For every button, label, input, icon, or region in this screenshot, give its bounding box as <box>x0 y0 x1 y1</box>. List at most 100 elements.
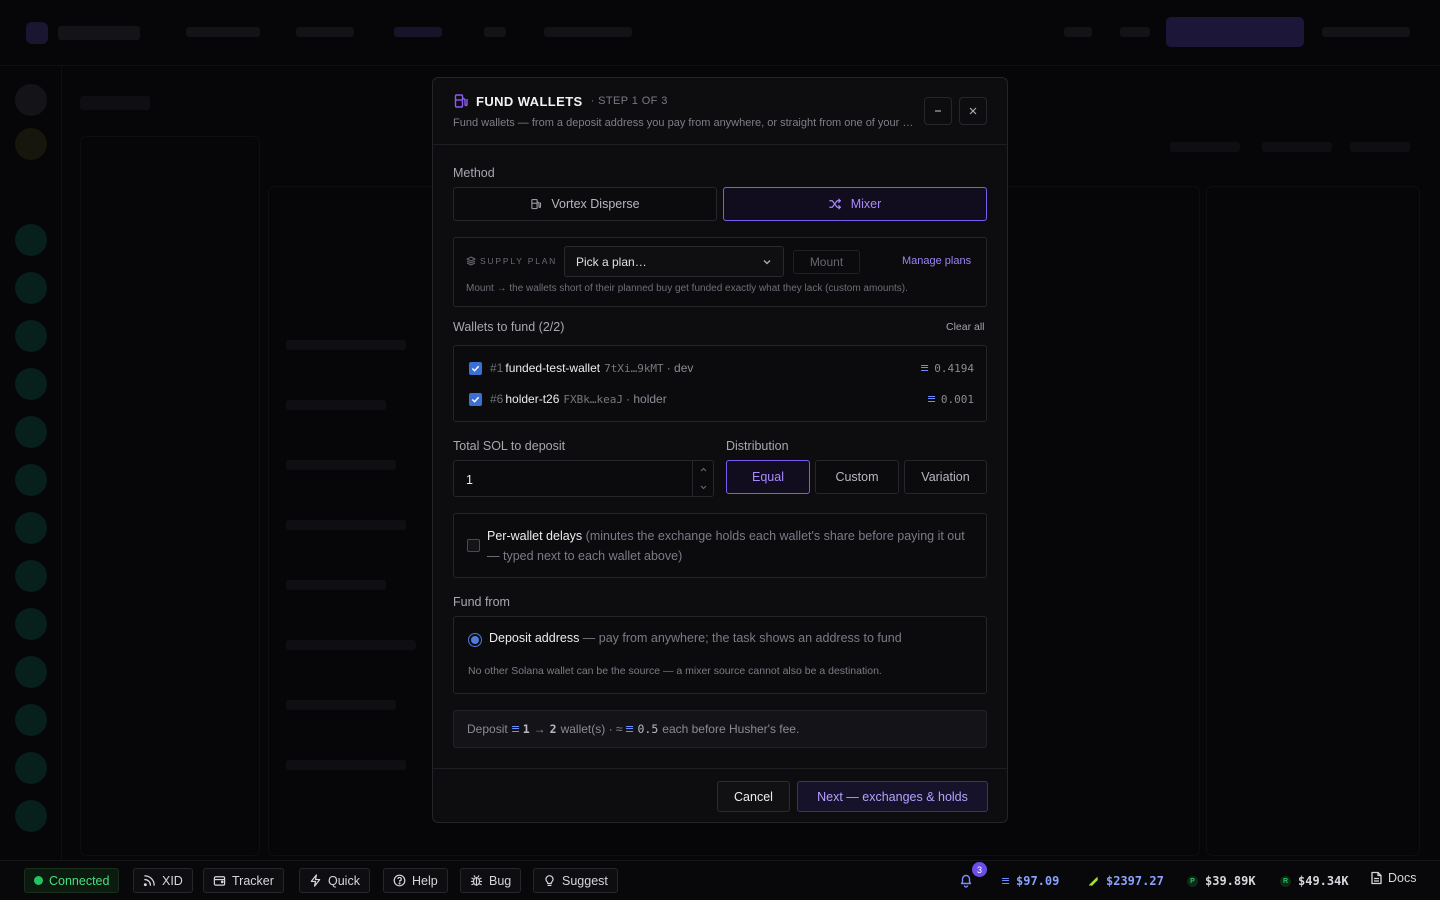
bug-button[interactable]: Bug <box>460 868 522 893</box>
help-circle-icon <box>393 874 406 887</box>
p-icon: P <box>1187 875 1198 887</box>
tracker-button[interactable]: Tracker <box>203 868 284 893</box>
bg-nav-item <box>1322 27 1410 37</box>
wallets-list: #1 funded-test-wallet 7tXi…9kMT · dev 0.… <box>453 345 987 422</box>
distribution-label: Distribution <box>726 439 789 453</box>
wallet-balance: 0.001 <box>927 393 974 406</box>
wallet-tag: · holder <box>626 392 667 406</box>
wallet-row[interactable]: #1 funded-test-wallet 7tXi…9kMT · dev 0.… <box>469 359 974 377</box>
connection-label: Connected <box>49 873 110 888</box>
deposit-address-option[interactable]: Deposit address — pay from anywhere; the… <box>489 631 902 645</box>
help-button[interactable]: Help <box>383 868 448 893</box>
distribution-variation[interactable]: Variation <box>904 460 987 494</box>
solana-icon <box>626 726 634 732</box>
bg-cta <box>1166 17 1304 47</box>
number-stepper[interactable] <box>692 461 713 496</box>
manage-plans-link[interactable]: Manage plans <box>902 255 971 267</box>
method-mixer[interactable]: Mixer <box>723 187 987 221</box>
distribution-custom[interactable]: Custom <box>815 460 899 494</box>
wallet-index: #6 <box>490 392 504 406</box>
notification-badge: 3 <box>972 862 987 877</box>
lightbulb-icon <box>543 874 556 887</box>
modal-title-row: FUND WALLETS · STEP 1 OF 3 <box>453 93 668 109</box>
per-wallet-delays-panel: Per-wallet delays (minutes the exchange … <box>453 513 987 578</box>
total-sol-label: Total SOL to deposit <box>453 439 566 453</box>
quick-button[interactable]: Quick <box>299 868 370 893</box>
deposit-address-radio[interactable] <box>468 633 482 647</box>
fund-from-note: No other Solana wallet can be the source… <box>468 665 882 677</box>
supply-plan-panel: SUPPLY PLAN Pick a plan… Mount Manage pl… <box>453 237 987 307</box>
wallet-name: funded-test-wallet <box>505 361 601 375</box>
bg-brand <box>58 26 140 40</box>
wallet-balance: 0.4194 <box>920 362 974 375</box>
modal-title: FUND WALLETS <box>476 93 583 109</box>
wallet-checkbox[interactable] <box>469 361 482 375</box>
solana-icon <box>920 365 929 371</box>
close-button[interactable] <box>959 97 987 125</box>
wallet-address: 7tXi…9kMT <box>604 361 664 375</box>
fuel-pump-icon <box>530 198 542 210</box>
summary-suffix: each before Husher's fee. <box>662 722 800 736</box>
fuel-pump-icon <box>453 93 469 109</box>
chevron-down-icon[interactable] <box>700 485 707 490</box>
method-vortex-disperse[interactable]: Vortex Disperse <box>453 187 717 221</box>
per-wallet-delays-checkbox[interactable] <box>467 539 480 552</box>
rss-icon <box>143 874 156 887</box>
wallet-tag: · dev <box>666 361 694 375</box>
connection-status[interactable]: Connected <box>24 868 120 893</box>
deposit-address-desc: — pay from anywhere; the task shows an a… <box>579 631 902 645</box>
xid-button[interactable]: XID <box>133 868 193 893</box>
wallet-name: holder-t26 <box>505 392 560 406</box>
bg-nav-item <box>296 27 354 37</box>
chevron-up-icon[interactable] <box>700 467 707 472</box>
wallet-checkbox[interactable] <box>469 392 482 406</box>
wallet-icon <box>213 874 226 887</box>
fund-from-panel: Deposit address — pay from anywhere; the… <box>453 616 987 694</box>
modal-subtitle: Fund wallets — from a deposit address yo… <box>453 117 915 129</box>
total-sol-value: 1 <box>466 473 473 487</box>
wallets-to-fund-label: Wallets to fund (2/2) <box>453 320 565 334</box>
per-wallet-delays-text: Per-wallet delays (minutes the exchange … <box>487 526 977 566</box>
bg-nav-item <box>484 27 506 37</box>
wallet-row[interactable]: #6 holder-t26 FXBk…keaJ · holder 0.001 <box>469 390 974 408</box>
bg-logo <box>26 22 48 44</box>
check-icon <box>471 395 480 404</box>
supply-plan-select[interactable]: Pick a plan… <box>564 246 784 277</box>
minimize-button[interactable] <box>924 97 952 125</box>
total-sol-input[interactable]: 1 <box>453 460 714 497</box>
r-icon: R <box>1280 875 1291 887</box>
status-dot-icon <box>34 876 43 885</box>
bell-icon[interactable] <box>958 872 974 888</box>
modal-header: FUND WALLETS · STEP 1 OF 3 Fund wallets … <box>433 78 1007 145</box>
suggest-button[interactable]: Suggest <box>533 868 618 893</box>
document-icon <box>1370 871 1383 885</box>
deposit-address-title: Deposit address <box>489 631 580 645</box>
cancel-button[interactable]: Cancel <box>717 781 790 812</box>
modal-footer: Cancel Next — exchanges & holds <box>433 768 1007 822</box>
docs-link[interactable]: Docs <box>1370 871 1416 885</box>
bg-topbar <box>0 0 1440 66</box>
layers-icon <box>466 256 476 266</box>
close-icon <box>968 106 978 116</box>
fund-from-label: Fund from <box>453 595 510 609</box>
bg-nav-item <box>186 27 260 37</box>
supply-plan-selected: Pick a plan… <box>576 254 647 269</box>
bg-nav-item <box>1120 27 1150 37</box>
distribution-equal[interactable]: Equal <box>726 460 810 494</box>
clear-all-button[interactable]: Clear all <box>946 321 985 333</box>
method-label-text: Mixer <box>850 197 882 211</box>
price-eth: $2397.27 <box>1088 874 1164 888</box>
summary-prefix: Deposit <box>467 722 508 736</box>
lightning-icon <box>309 874 322 887</box>
wallet-index: #1 <box>490 361 504 375</box>
shuffle-icon <box>828 198 842 210</box>
method-label: Method <box>453 166 495 180</box>
modal-step: · STEP 1 OF 3 <box>590 95 668 107</box>
next-button[interactable]: Next — exchanges & holds <box>797 781 988 812</box>
bg-sidebar <box>0 66 62 860</box>
solana-icon <box>927 396 936 402</box>
summary-count: 2 <box>549 722 557 736</box>
mount-button[interactable]: Mount <box>793 250 860 274</box>
chevron-down-icon <box>762 257 772 267</box>
delays-title: Per-wallet delays <box>487 529 583 543</box>
